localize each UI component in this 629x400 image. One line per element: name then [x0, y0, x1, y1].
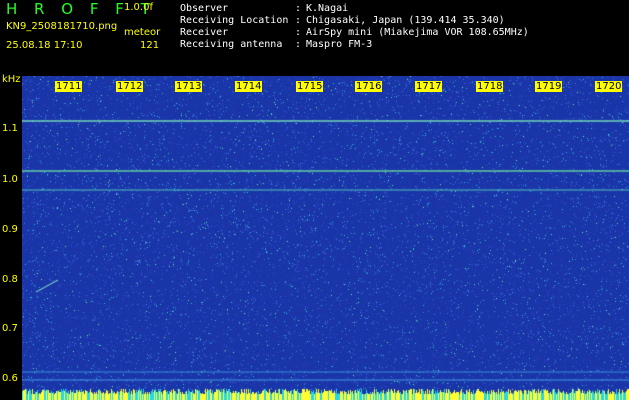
info-label-observer: Observer: [180, 3, 229, 14]
meteor-count: 121: [140, 40, 160, 51]
time-label: 1713: [175, 81, 203, 92]
y-tick-label: 0.9: [2, 224, 18, 235]
info-value-antenna: Maspro FM-3: [306, 39, 373, 50]
info-sep: :: [295, 15, 302, 26]
info-label-antenna: Receiving antenna: [180, 39, 283, 50]
time-label: 1718: [476, 81, 504, 92]
time-label: 1714: [235, 81, 263, 92]
spectrogram-waterfall: [22, 76, 629, 400]
info-sep: :: [295, 27, 302, 38]
file-name: KN9_2508181710.png: [6, 21, 118, 32]
info-label-receiver: Receiver: [180, 27, 229, 38]
time-label: 1715: [296, 81, 324, 92]
info-sep: :: [295, 39, 302, 50]
app-version: 1.0.0f: [124, 2, 153, 13]
y-tick-label: 0.7: [2, 323, 18, 334]
meteor-label: meteor: [124, 27, 161, 38]
time-label: 1717: [415, 81, 443, 92]
file-datetime: 25.08.18 17:10: [6, 40, 83, 51]
y-tick-label: 1.1: [2, 123, 18, 134]
time-label: 1712: [116, 81, 144, 92]
time-label: 1719: [535, 81, 563, 92]
time-label: 1720: [595, 81, 623, 92]
info-value-observer: K.Nagai: [306, 3, 349, 14]
info-label-location: Receiving Location: [180, 15, 289, 26]
info-value-location: Chigasaki, Japan (139.414 35.340): [306, 15, 505, 26]
y-tick-label: 1.0: [2, 174, 18, 185]
header-panel: H R O F F T 1.0.0f KN9_2508181710.png 25…: [0, 0, 629, 76]
y-axis-unit: kHz: [2, 74, 21, 85]
info-sep: :: [295, 3, 302, 14]
y-tick-label: 0.6: [2, 373, 18, 384]
info-value-receiver: AirSpy mini (Miakejima VOR 108.65MHz): [306, 27, 529, 38]
y-tick-label: 0.8: [2, 274, 18, 285]
time-label: 1716: [355, 81, 383, 92]
time-label: 1711: [55, 81, 83, 92]
